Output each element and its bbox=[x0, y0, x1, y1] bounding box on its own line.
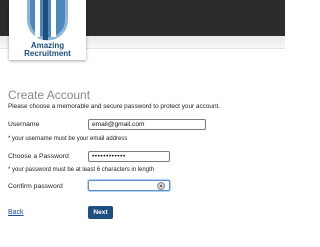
password-hint: * your password must be at least 6 chara… bbox=[8, 167, 155, 173]
username-hint: * your username must be your email addre… bbox=[8, 136, 128, 142]
next-button[interactable]: Next bbox=[88, 206, 113, 219]
password-input[interactable] bbox=[88, 151, 170, 162]
password-reveal-icon[interactable] bbox=[157, 182, 165, 190]
confirm-password-label: Confirm password bbox=[8, 183, 63, 190]
brand-logo: Amazing Recruitment bbox=[9, 0, 86, 60]
intro-text: Please choose a memorable and secure pas… bbox=[8, 103, 221, 110]
page-title: Create Account bbox=[8, 88, 91, 102]
logo-emblem-icon bbox=[27, 0, 68, 41]
username-label: Username bbox=[8, 121, 40, 128]
password-label: Choose a Password bbox=[8, 153, 69, 160]
username-input[interactable] bbox=[88, 119, 206, 130]
back-link[interactable]: Back bbox=[8, 209, 24, 216]
brand-name-line2: Recruitment bbox=[24, 49, 71, 58]
